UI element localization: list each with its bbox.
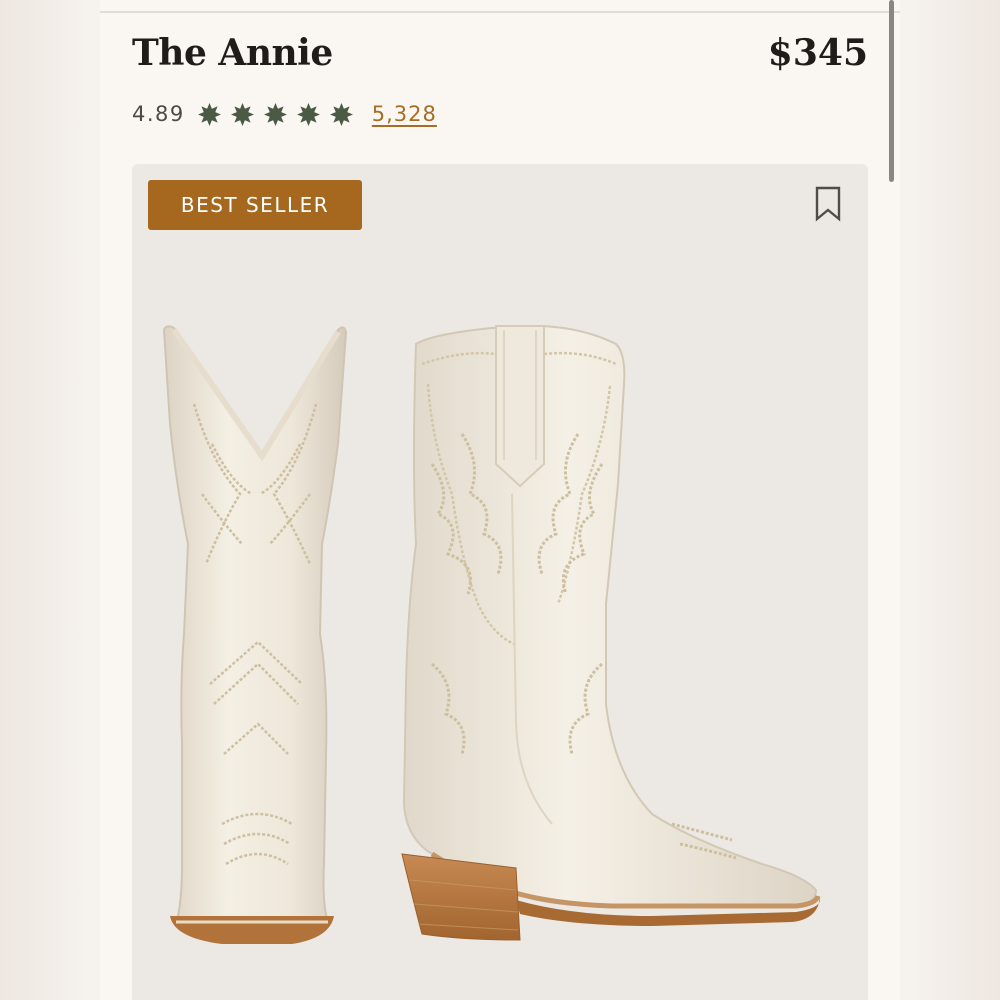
product-title: The Annie: [132, 32, 333, 74]
best-seller-badge: BEST SELLER: [148, 180, 362, 230]
product-screen: The Annie $345 4.89 5,328 BEST SELLER: [100, 0, 900, 1000]
scrollbar[interactable]: [889, 0, 894, 182]
side-view-boot: [401, 324, 821, 941]
star-icon: [197, 102, 221, 126]
product-image[interactable]: [132, 164, 868, 1000]
star-icon: [230, 102, 254, 126]
divider: [100, 11, 900, 13]
star-icon: [296, 102, 320, 126]
star-rating: [197, 102, 354, 127]
product-image-card[interactable]: BEST SELLER: [132, 164, 868, 1000]
star-icon: [329, 102, 353, 126]
rating-row: 4.89 5,328: [132, 100, 437, 128]
rating-value: 4.89: [132, 102, 185, 126]
review-count-link[interactable]: 5,328: [372, 102, 437, 126]
product-price: $345: [767, 32, 868, 74]
star-icon: [263, 102, 287, 126]
bookmark-icon[interactable]: [808, 184, 848, 224]
front-view-boot: [162, 325, 348, 944]
